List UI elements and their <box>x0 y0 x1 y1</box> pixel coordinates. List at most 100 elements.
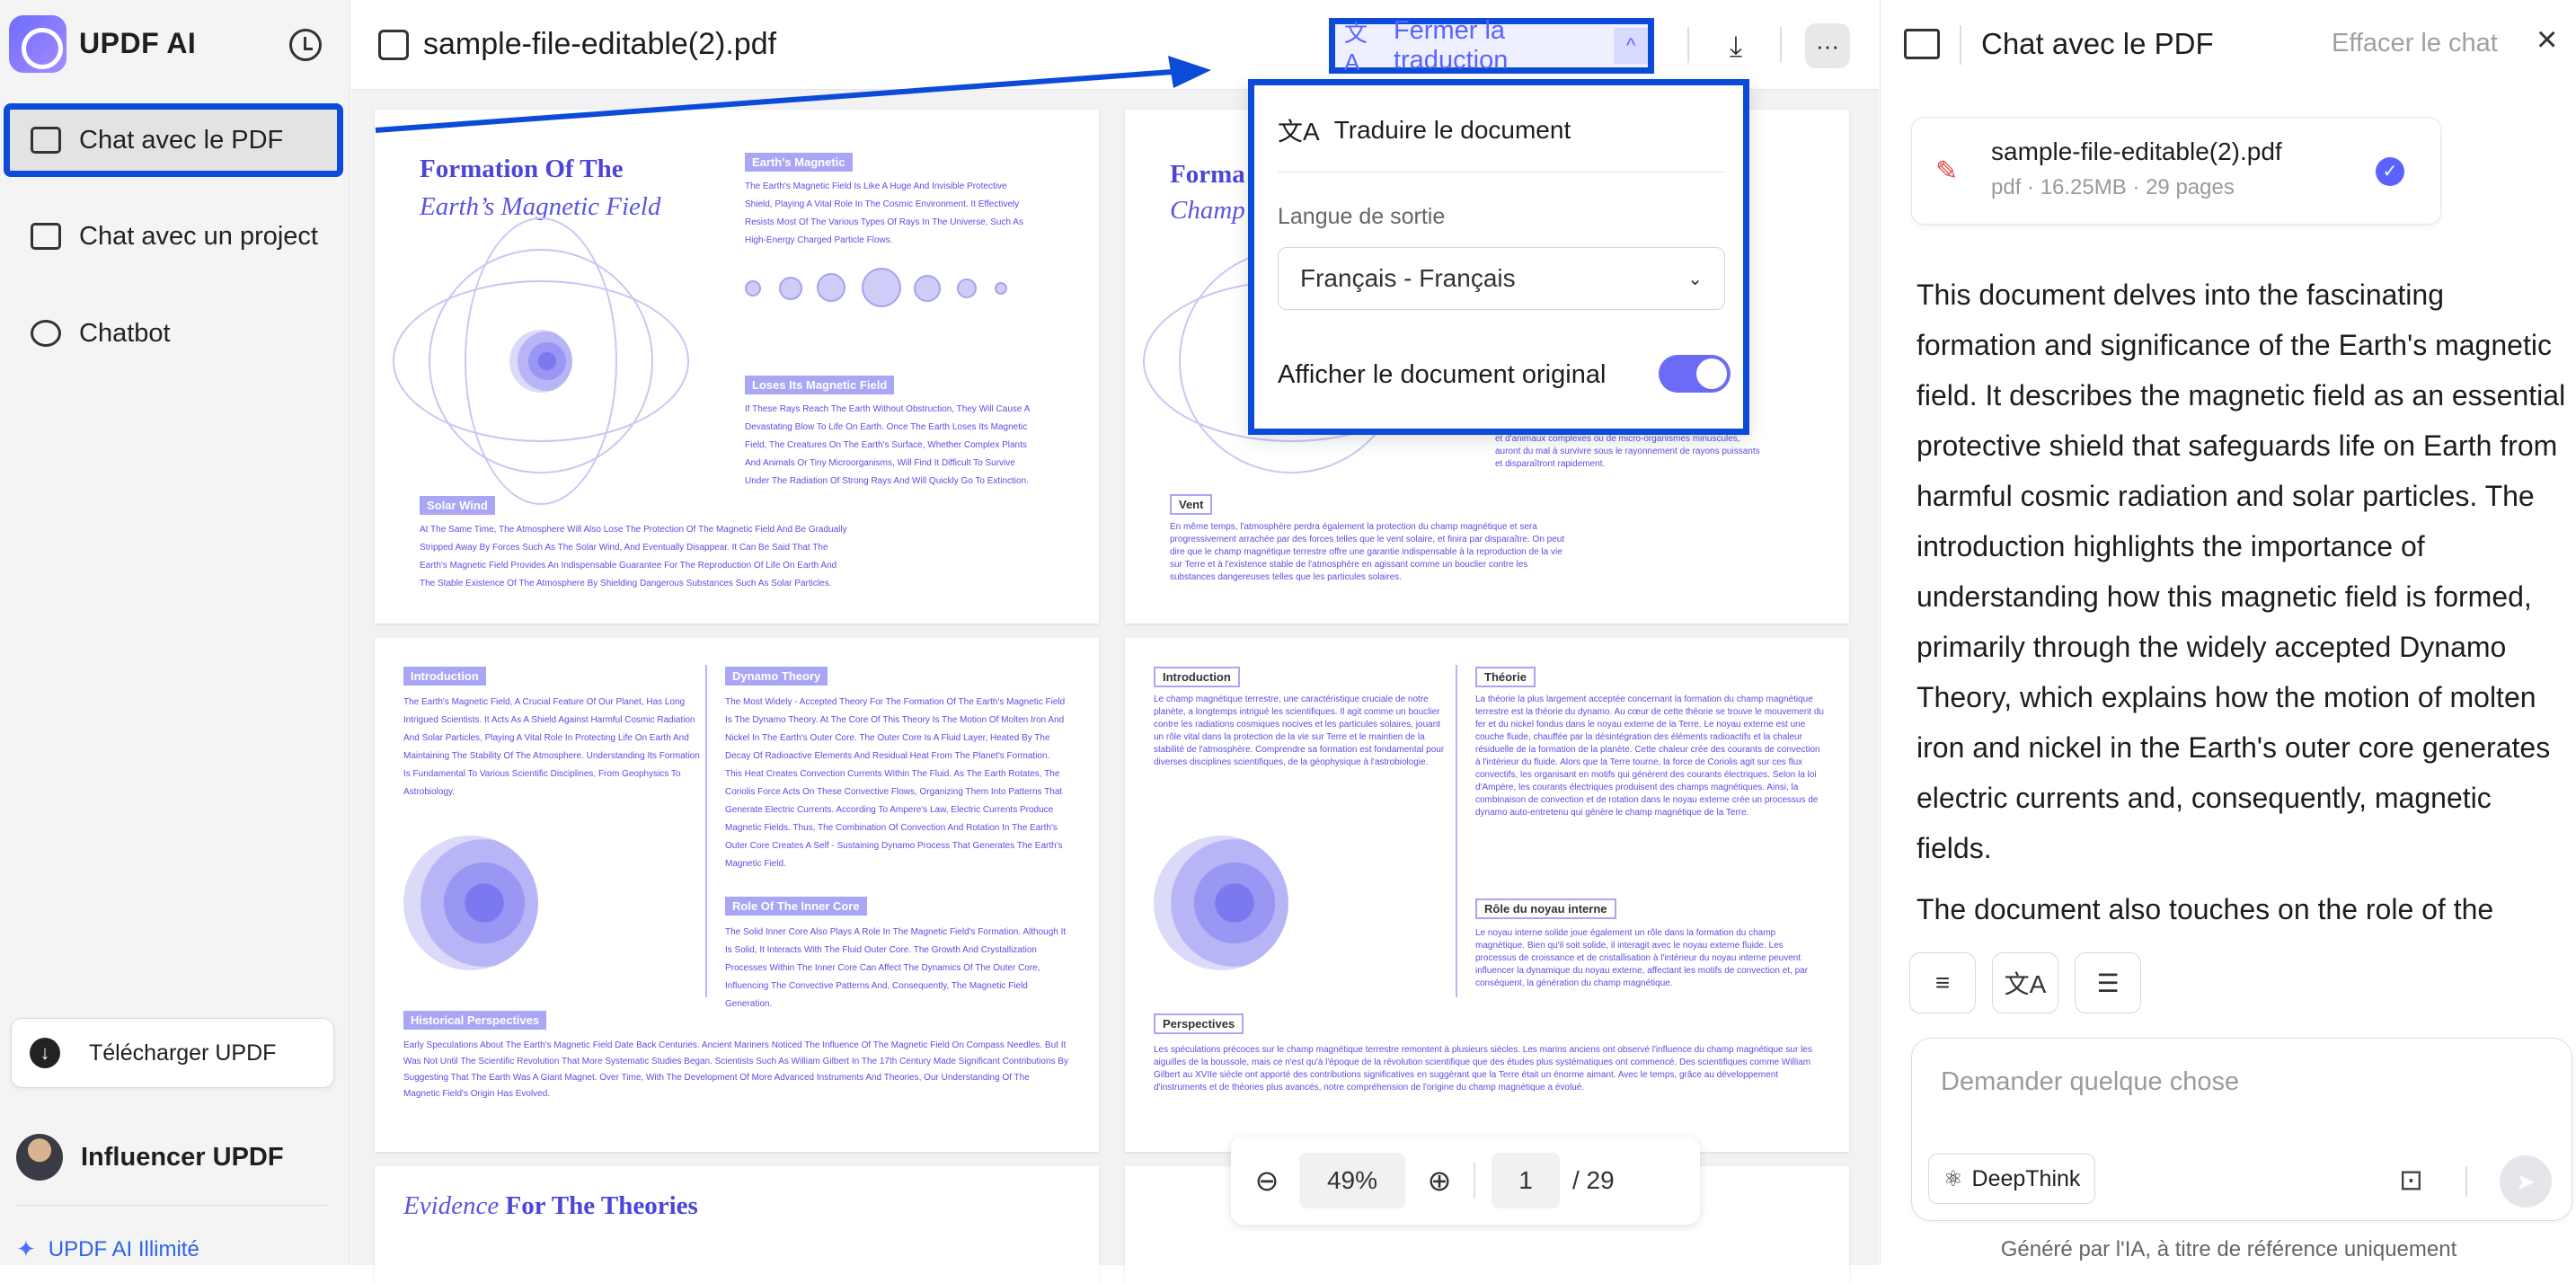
deepthink-label: DeepThink <box>1971 1165 2081 1191</box>
file-card-meta: pdf · 16.25MB · 29 pages <box>1991 175 2235 199</box>
chatbot-icon <box>31 320 61 347</box>
section-text: If These Rays Reach The Earth Without Ob… <box>745 404 1030 486</box>
download-icon: ↓ <box>30 1038 60 1068</box>
chat-input-placeholder[interactable]: Demander quelque chose <box>1941 1067 2239 1097</box>
book-icon[interactable] <box>1904 29 1940 59</box>
pdf-viewer: Formation Of The Earth’s Magnetic Field … <box>351 0 1879 1283</box>
divider <box>1780 27 1782 63</box>
explain-icon[interactable]: ☰ <box>2075 952 2141 1013</box>
unlimited-label: UPDF AI Illimité <box>48 1236 199 1261</box>
check-icon: ✓ <box>2376 157 2404 186</box>
sparkle-icon: ✦ <box>16 1235 36 1262</box>
page-title: Forma <box>1170 160 1245 189</box>
updf-ai-logo <box>9 15 66 73</box>
divider <box>1278 172 1725 173</box>
section-text: The Solid Inner Core Also Plays A Role I… <box>725 927 1067 1009</box>
zoom-level[interactable]: 49% <box>1299 1153 1405 1208</box>
deepthink-button[interactable]: ⚛ DeepThink <box>1928 1154 2096 1204</box>
summarize-icon[interactable]: ≡ <box>1909 952 1976 1013</box>
column-divider <box>1456 665 1457 997</box>
output-language-label: Langue de sortie <box>1278 204 1446 229</box>
planet <box>957 279 977 298</box>
translate-icon: 文A <box>1278 118 1320 146</box>
translate-icon[interactable]: 文A <box>1992 952 2058 1013</box>
zoom-bar: ⊖ 49% ⊕ 1 / 29 <box>1231 1137 1700 1225</box>
section-tag: Rôle du noyau interne <box>1475 898 1616 919</box>
file-name: sample-file-editable(2).pdf <box>423 27 777 61</box>
section-text: The Earth's Magnetic Field Is Like A Hug… <box>745 181 1023 245</box>
page-total: / 29 <box>1572 1166 1615 1194</box>
section-text: et d'animaux complexes ou de micro-organ… <box>1495 434 1760 469</box>
download-icon[interactable]: ⤓ <box>1719 29 1753 63</box>
pdf-page-4-translated: Introduction Le champ magnétique terrest… <box>1125 638 1849 1152</box>
section-tag: Solar Wind <box>420 496 495 515</box>
sidebar-item-label: Chat avec le PDF <box>79 125 284 155</box>
section-text: Les spéculations précoces sur le champ m… <box>1154 1045 1812 1093</box>
image-upload-icon[interactable]: ⊡ <box>2399 1163 2423 1197</box>
folder-chat-icon <box>31 223 61 250</box>
translate-document-label: Traduire le document <box>1333 116 1571 144</box>
planet <box>914 275 941 302</box>
section-tag: Loses Its Magnetic Field <box>745 376 895 394</box>
column-divider <box>705 665 707 997</box>
earth-illustration <box>509 330 572 393</box>
book-chat-icon <box>31 127 61 154</box>
translate-icon: 文A <box>1344 20 1368 75</box>
page-number-input[interactable]: 1 <box>1492 1153 1560 1208</box>
section-tag: Introduction <box>1154 667 1240 687</box>
chevron-up-icon[interactable]: ^ <box>1614 28 1648 64</box>
divider <box>1960 25 1961 65</box>
planet <box>862 268 901 307</box>
planet <box>745 280 761 296</box>
section-tag: Perspectives <box>1154 1013 1244 1034</box>
ai-chat-icon[interactable]: ··· <box>1805 23 1850 68</box>
sidebar: UPDF AI Chat avec le PDF Chat avec un pr… <box>0 0 350 1265</box>
file-card[interactable]: ✎ sample-file-editable(2).pdf pdf · 16.2… <box>1911 117 2441 225</box>
section-tag: Historical Perspectives <box>403 1011 547 1030</box>
sidebar-item-chat-project[interactable]: Chat avec un project <box>7 203 340 270</box>
translation-menu: 文A Traduire le document Langue de sortie… <box>1248 79 1749 435</box>
divider <box>2465 1166 2467 1197</box>
section-tag: Role Of The Inner Core <box>725 897 867 916</box>
close-translation-button[interactable]: 文A Fermer la traduction ^ <box>1329 16 1654 75</box>
history-icon[interactable] <box>289 29 322 61</box>
chat-input-box[interactable]: Demander quelque chose ⚛ DeepThink ⊡ ➤ <box>1911 1038 2572 1221</box>
section-text: The Most Widely - Accepted Theory For Th… <box>725 697 1066 869</box>
answer-paragraph: This document delves into the fascinatin… <box>1917 279 2566 864</box>
section-tag: Earth's Magnetic <box>745 153 853 172</box>
divider <box>1474 1163 1475 1199</box>
close-icon[interactable]: × <box>2536 20 2557 60</box>
page-title: Formation Of The <box>420 155 624 183</box>
section-tag: Introduction <box>403 667 486 686</box>
sidebar-item-label: Chatbot <box>79 318 171 348</box>
download-updf-button[interactable]: ↓ Télécharger UPDF <box>11 1018 334 1088</box>
translate-document-option[interactable]: 文A Traduire le document <box>1278 112 1571 148</box>
user-name: Influencer UPDF <box>81 1142 284 1172</box>
avatar <box>16 1134 63 1181</box>
pdf-page-3: Introduction The Earth's Magnetic Field,… <box>375 638 1099 1152</box>
user-profile[interactable]: Influencer UPDF <box>16 1134 284 1181</box>
pdf-file-icon: ✎ <box>1935 156 1959 186</box>
section-text: Early Speculations About The Earth's Mag… <box>403 1040 1068 1099</box>
send-button[interactable]: ➤ <box>2500 1155 2552 1208</box>
close-translation-label: Fermer la traduction <box>1393 16 1509 75</box>
file-card-name: sample-file-editable(2).pdf <box>1991 137 2282 165</box>
clear-chat-button[interactable]: Effacer le chat <box>2332 29 2498 58</box>
ai-answer: This document delves into the fascinatin… <box>1917 270 2568 924</box>
chevron-down-icon: ⌄ <box>1687 269 1703 289</box>
earth-layers-illustration <box>1154 836 1288 970</box>
brand-name: UPDF AI <box>79 27 197 59</box>
planet <box>995 282 1007 295</box>
zoom-out-icon[interactable]: ⊖ <box>1249 1164 1285 1198</box>
output-language-select[interactable]: Français - Français ⌄ <box>1278 247 1725 310</box>
section-text: Le champ magnétique terrestre, une carac… <box>1154 695 1445 767</box>
sidebar-item-chat-pdf[interactable]: Chat avec le PDF <box>4 103 343 177</box>
unlimited-link[interactable]: ✦ UPDF AI Illimité <box>16 1235 199 1263</box>
divider <box>16 1205 327 1206</box>
zoom-in-icon[interactable]: ⊕ <box>1421 1164 1457 1198</box>
show-original-toggle[interactable] <box>1659 355 1731 393</box>
sidebar-item-chatbot[interactable]: Chatbot <box>7 300 340 367</box>
divider <box>1687 27 1689 63</box>
section-text: La théorie la plus largement acceptée co… <box>1475 695 1824 818</box>
section-tag: Vent <box>1170 494 1213 515</box>
